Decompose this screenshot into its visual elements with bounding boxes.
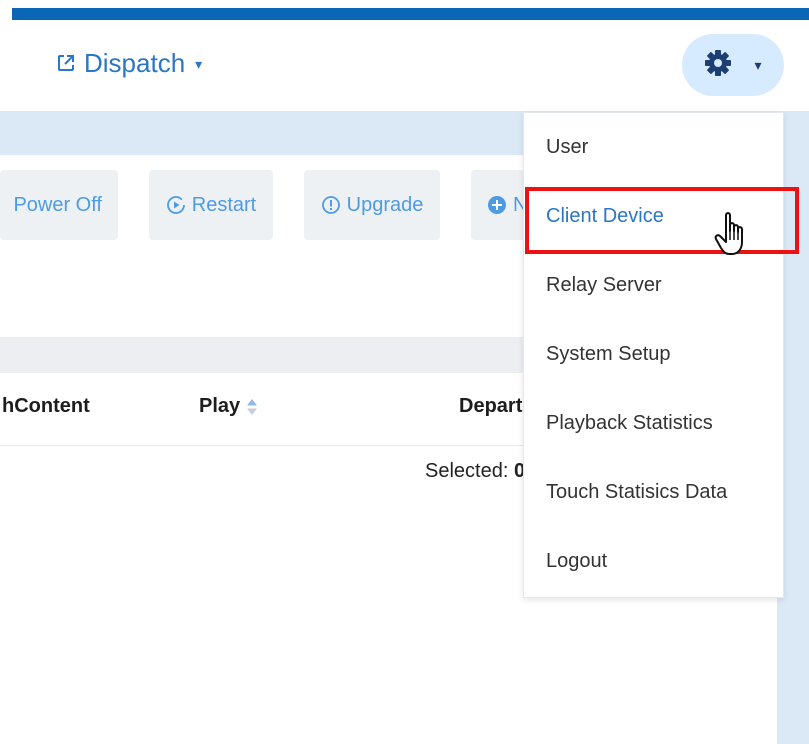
- settings-button[interactable]: ▾: [682, 34, 784, 96]
- restart-label: Restart: [191, 193, 257, 216]
- menu-item-relay-server[interactable]: Relay Server: [546, 273, 662, 297]
- upgrade-label: Upgrade: [346, 193, 424, 216]
- table-header: hContent Play Depart: [0, 373, 524, 446]
- power-off-label: Power Off: [13, 193, 102, 216]
- settings-dropdown-menu: User Client Device Relay Server System S…: [523, 112, 784, 598]
- external-link-icon: [56, 53, 76, 73]
- selected-count: Selected: 0: [425, 460, 525, 483]
- new-button[interactable]: N: [471, 170, 531, 240]
- upgrade-button[interactable]: Upgrade: [304, 170, 440, 240]
- hand-pointer-icon: [713, 211, 753, 257]
- highlight-box: [525, 187, 799, 254]
- selected-label: Selected:: [425, 460, 514, 482]
- menu-item-user[interactable]: User: [546, 135, 588, 159]
- column-header-depart[interactable]: Depart: [459, 395, 522, 418]
- restart-button[interactable]: Restart: [149, 170, 273, 240]
- menu-item-system-setup[interactable]: System Setup: [546, 342, 671, 366]
- plus-circle-icon: [487, 195, 507, 215]
- menu-item-logout[interactable]: Logout: [546, 549, 607, 573]
- sort-icon[interactable]: [246, 398, 258, 416]
- column-header-play-label: Play: [199, 395, 241, 417]
- exclamation-circle-icon: [321, 195, 341, 215]
- power-off-button[interactable]: Power Off: [0, 170, 118, 240]
- column-header-content[interactable]: hContent: [2, 395, 90, 418]
- column-header-play[interactable]: Play: [199, 395, 258, 418]
- play-circle-icon: [166, 195, 186, 215]
- chevron-down-icon: ▾: [195, 56, 203, 72]
- top-accent-bar: [12, 8, 809, 20]
- menu-item-touch-statistics-data[interactable]: Touch Statisics Data: [546, 480, 727, 504]
- chevron-down-icon: ▾: [754, 56, 762, 73]
- dispatch-label: Dispatch: [84, 48, 186, 78]
- page: Dispatch ▾ ▾ Power Off Restart Upgrade N…: [0, 0, 809, 744]
- dispatch-menu[interactable]: Dispatch ▾: [56, 48, 202, 78]
- gear-icon: [704, 49, 732, 82]
- menu-item-playback-statistics[interactable]: Playback Statistics: [546, 411, 713, 435]
- table-toolbar: [0, 337, 524, 373]
- top-bar: [0, 0, 809, 20]
